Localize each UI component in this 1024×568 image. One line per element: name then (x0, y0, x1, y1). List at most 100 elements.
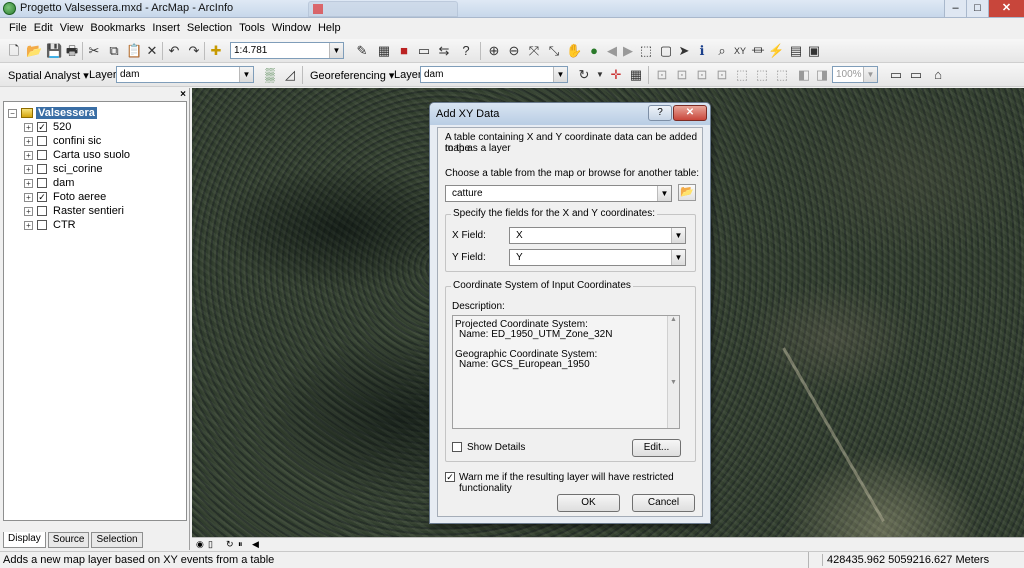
layer-checkbox[interactable] (37, 178, 47, 188)
layer-checkbox[interactable] (37, 206, 47, 216)
page-layout-icon[interactable]: ▭ (888, 67, 904, 83)
layer-checkbox[interactable] (37, 136, 47, 146)
expand-icon[interactable]: + (24, 164, 33, 174)
y-field-select[interactable]: Y ▼ (509, 249, 686, 266)
expand-icon[interactable]: + (24, 206, 33, 216)
clear-selection-icon[interactable]: ▢ (658, 43, 674, 59)
back-layer-icon[interactable]: ◧ (796, 67, 812, 83)
map-scale-combo[interactable]: 1:4.781 ▼ (230, 42, 344, 59)
expand-icon[interactable]: + (24, 192, 33, 202)
menu-view[interactable]: View (57, 19, 88, 39)
menu-file[interactable]: File (6, 19, 31, 39)
expand-icon[interactable]: + (24, 178, 33, 188)
copy-icon[interactable]: ⧉ (106, 43, 122, 59)
menu-tools[interactable]: Tools (236, 19, 269, 39)
layer-zoom-full-icon[interactable]: ⬚ (774, 67, 790, 83)
model-builder-icon[interactable]: ⇆ (436, 43, 452, 59)
layer-checkbox[interactable] (37, 164, 47, 174)
pause-drawing-icon[interactable]: ⏸ (238, 538, 243, 550)
layer-row-foto-aeree[interactable]: + ✓ Foto aeree (24, 190, 106, 204)
tab-source[interactable]: Source (47, 532, 90, 548)
back-extent-icon[interactable]: ◀ (604, 43, 620, 59)
arccatalog-icon[interactable]: ▦ (376, 43, 392, 59)
layer-row-dam[interactable]: + dam (24, 176, 74, 190)
find-icon[interactable]: ⌕ (714, 43, 730, 59)
layer-checkbox[interactable] (37, 220, 47, 230)
collapse-icon[interactable]: − (8, 108, 17, 118)
whats-this-icon[interactable]: ? (458, 43, 474, 59)
go-to-xy-icon[interactable]: XY (732, 43, 748, 59)
data-frame-label[interactable]: Valsessera (36, 107, 97, 119)
select-elements-icon[interactable]: ➤ (676, 43, 692, 59)
spatial-analyst-menu[interactable]: Spatial Analyst ▾ (8, 69, 89, 82)
cancel-button[interactable]: Cancel (632, 494, 695, 512)
zoom-layer-in-icon[interactable]: ⊡ (674, 67, 690, 83)
layer-row-confini-sic[interactable]: + confini sic (24, 134, 101, 148)
sa-layer-combo[interactable]: dam ▼ (116, 66, 254, 83)
rotate-dropdown-icon[interactable]: ▼ (592, 67, 608, 83)
layer-extent-icon[interactable]: ⊡ (714, 67, 730, 83)
data-view-icon[interactable]: ▭ (908, 67, 924, 83)
scroll-left-icon[interactable]: ◀ (252, 538, 259, 550)
cut-icon[interactable]: ✂ (86, 43, 102, 59)
measure-icon[interactable]: ⏛ (750, 43, 766, 59)
x-field-select[interactable]: X ▼ (509, 227, 686, 244)
arctoolbox-icon[interactable]: ■ (396, 43, 412, 59)
menu-window[interactable]: Window (269, 19, 315, 39)
tab-selection[interactable]: Selection (91, 532, 143, 548)
layer-row-ctr[interactable]: + CTR (24, 218, 76, 232)
expand-icon[interactable]: + (24, 150, 33, 160)
warn-restricted-checkbox[interactable]: ✓ (445, 472, 455, 482)
delete-icon[interactable]: ✕ (144, 43, 160, 59)
globe-icon[interactable]: ◉ (196, 538, 204, 550)
forward-layer-icon[interactable]: ◨ (814, 67, 830, 83)
zoom-layer-out-icon[interactable]: ⊡ (694, 67, 710, 83)
layer-checkbox[interactable] (37, 150, 47, 160)
data-frame-row[interactable]: − Valsessera (8, 106, 97, 120)
fixed-zoom-in-icon[interactable]: ⤧ (526, 43, 542, 59)
layer-pan-icon[interactable]: ⬚ (754, 67, 770, 83)
layer-checkbox[interactable]: ✓ (37, 192, 47, 202)
georef-layer-combo[interactable]: dam ▼ (420, 66, 568, 83)
layer-row-sci-corine[interactable]: + sci_corine (24, 162, 103, 176)
fixed-zoom-out-icon[interactable]: ⤡ (546, 43, 562, 59)
open-icon[interactable]: 📂 (26, 43, 42, 59)
paste-icon[interactable]: 📋 (126, 43, 142, 59)
maximize-button[interactable]: □ (966, 0, 988, 17)
zoom-out-icon[interactable]: ⊖ (506, 43, 522, 59)
layer-zoom-combo[interactable]: 100% ▼ (832, 66, 878, 83)
menu-selection[interactable]: Selection (184, 19, 236, 39)
time-slider-icon[interactable]: ▣ (806, 43, 822, 59)
zoom-in-icon[interactable]: ⊕ (486, 43, 502, 59)
layout-view-icon[interactable]: ▯ (208, 538, 213, 550)
georeferencing-menu[interactable]: Georeferencing ▾ (310, 69, 394, 82)
show-details-checkbox[interactable] (452, 442, 462, 452)
browse-folder-button[interactable]: 📂 (678, 184, 696, 201)
pan-icon[interactable]: ✋ (566, 43, 582, 59)
dialog-close-button[interactable]: ✕ (673, 105, 707, 121)
help-button[interactable]: ? (648, 105, 672, 121)
menu-edit[interactable]: Edit (31, 19, 57, 39)
command-line-icon[interactable]: ▭ (416, 43, 432, 59)
layer-row-raster-sentieri[interactable]: + Raster sentieri (24, 204, 124, 218)
zoom-to-layer-icon[interactable]: ⊡ (654, 67, 670, 83)
expand-icon[interactable]: + (24, 122, 33, 132)
new-document-icon[interactable]: 🗋 (6, 43, 22, 59)
description-box[interactable]: Projected Coordinate System: Name: ED_19… (452, 315, 680, 429)
menu-insert[interactable]: Insert (149, 19, 184, 39)
background-browser-tab[interactable] (308, 1, 458, 17)
edit-button[interactable]: Edit... (632, 439, 681, 457)
rotate-icon[interactable]: ↻ (576, 67, 592, 83)
ok-button[interactable]: OK (557, 494, 620, 512)
print-icon[interactable]: 🖶 (64, 43, 80, 59)
description-scrollbar[interactable]: ▲ ▼ (667, 316, 679, 428)
menu-help[interactable]: Help (315, 19, 345, 39)
forward-extent-icon[interactable]: ▶ (620, 43, 636, 59)
editor-toolbar-icon[interactable]: ✎ (354, 43, 370, 59)
minimize-button[interactable]: – (944, 0, 966, 17)
fixed-layer-zoom-icon[interactable]: ⬚ (734, 67, 750, 83)
create-contours-icon[interactable]: ▒ (262, 67, 278, 83)
undo-icon[interactable]: ↶ (166, 43, 182, 59)
tab-display[interactable]: Display (3, 532, 46, 548)
refresh-icon[interactable]: ↻ (226, 538, 234, 550)
